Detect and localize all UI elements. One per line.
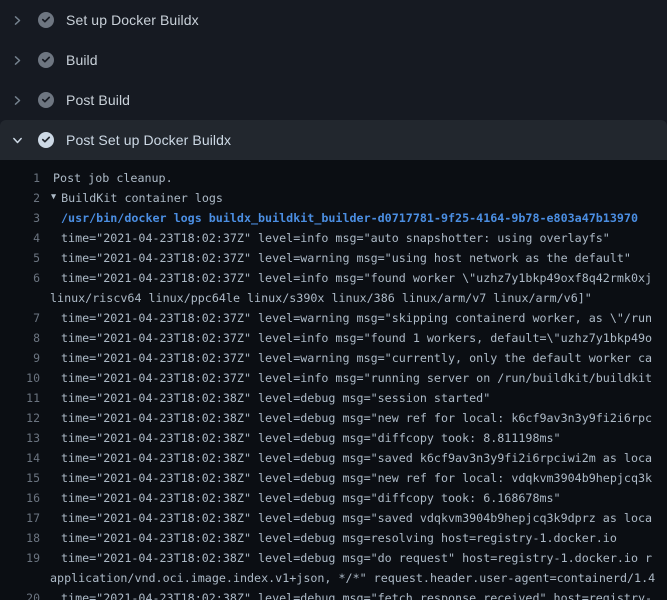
log-row: 14time="2021-04-23T18:02:38Z" level=debu… — [0, 448, 667, 468]
log-row: 19time="2021-04-23T18:02:38Z" level=debu… — [0, 548, 667, 568]
line-number[interactable]: 20 — [0, 591, 40, 600]
log-panel: 1Post job cleanup.2▼BuildKit container l… — [0, 160, 667, 600]
log-row: 7time="2021-04-23T18:02:37Z" level=warni… — [0, 308, 667, 328]
line-number[interactable]: 14 — [0, 451, 40, 465]
log-row: 10time="2021-04-23T18:02:37Z" level=info… — [0, 368, 667, 388]
log-text: time="2021-04-23T18:02:38Z" level=debug … — [40, 491, 561, 505]
log-text: time="2021-04-23T18:02:38Z" level=debug … — [40, 431, 561, 445]
line-number[interactable]: 12 — [0, 411, 40, 425]
log-row: application/vnd.oci.image.index.v1+json,… — [0, 568, 667, 588]
step-row-build[interactable]: Build — [0, 40, 667, 80]
line-number[interactable]: 3 — [0, 211, 40, 225]
log-row: 9time="2021-04-23T18:02:37Z" level=warni… — [0, 348, 667, 368]
chevron-right-icon — [10, 13, 25, 28]
step-row-set-up-docker-buildx[interactable]: Set up Docker Buildx — [0, 0, 667, 40]
line-number[interactable]: 1 — [0, 171, 40, 185]
log-row: 1Post job cleanup. — [0, 168, 667, 188]
check-circle-icon — [38, 12, 54, 28]
line-number[interactable]: 11 — [0, 391, 40, 405]
log-text: time="2021-04-23T18:02:37Z" level=info m… — [40, 371, 652, 385]
log-text: time="2021-04-23T18:02:38Z" level=debug … — [40, 391, 490, 405]
log-text: time="2021-04-23T18:02:38Z" level=debug … — [40, 551, 652, 565]
log-row: 13time="2021-04-23T18:02:38Z" level=debu… — [0, 428, 667, 448]
log-text: time="2021-04-23T18:02:37Z" level=info m… — [40, 331, 652, 345]
line-number[interactable]: 13 — [0, 431, 40, 445]
log-row: 16time="2021-04-23T18:02:38Z" level=debu… — [0, 488, 667, 508]
check-circle-icon — [38, 52, 54, 68]
line-number[interactable]: 16 — [0, 491, 40, 505]
line-number[interactable]: 19 — [0, 551, 40, 565]
log-text: time="2021-04-23T18:02:37Z" level=info m… — [40, 231, 610, 245]
log-text: BuildKit container logs — [61, 191, 223, 205]
log-row: 12time="2021-04-23T18:02:38Z" level=debu… — [0, 408, 667, 428]
line-number[interactable]: 18 — [0, 531, 40, 545]
line-number[interactable]: 15 — [0, 471, 40, 485]
log-text: time="2021-04-23T18:02:37Z" level=warnin… — [40, 311, 652, 325]
chevron-right-icon — [10, 93, 25, 108]
log-row: 8time="2021-04-23T18:02:37Z" level=info … — [0, 328, 667, 348]
log-row: 11time="2021-04-23T18:02:38Z" level=debu… — [0, 388, 667, 408]
log-text: time="2021-04-23T18:02:38Z" level=debug … — [40, 411, 652, 425]
log-row: 15time="2021-04-23T18:02:38Z" level=debu… — [0, 468, 667, 488]
log-text: linux/riscv64 linux/ppc64le linux/s390x … — [40, 291, 592, 305]
group-disclosure-icon[interactable]: ▼ — [40, 192, 61, 202]
check-circle-icon — [38, 132, 54, 148]
line-number[interactable]: 10 — [0, 371, 40, 385]
actions-log-viewer: Set up Docker Buildx Build Post Build Post … — [0, 0, 667, 600]
step-row-post-set-up-docker-buildx[interactable]: Post Set up Docker Buildx — [0, 120, 667, 160]
line-number[interactable]: 7 — [0, 311, 40, 325]
log-text: time="2021-04-23T18:02:38Z" level=debug … — [40, 451, 652, 465]
step-row-post-build[interactable]: Post Build — [0, 80, 667, 120]
log-text: application/vnd.oci.image.index.v1+json,… — [40, 571, 655, 585]
log-text: time="2021-04-23T18:02:37Z" level=warnin… — [40, 251, 631, 265]
line-number[interactable]: 5 — [0, 251, 40, 265]
line-number[interactable]: 4 — [0, 231, 40, 245]
step-title: Build — [66, 52, 98, 68]
log-row: 6time="2021-04-23T18:02:37Z" level=info … — [0, 268, 667, 288]
line-number[interactable]: 6 — [0, 271, 40, 285]
chevron-down-icon — [10, 133, 25, 148]
line-number[interactable]: 9 — [0, 351, 40, 365]
line-number[interactable]: 17 — [0, 511, 40, 525]
log-text: time="2021-04-23T18:02:37Z" level=info m… — [40, 271, 652, 285]
check-circle-icon — [38, 92, 54, 108]
steps-list: Set up Docker Buildx Build Post Build Post … — [0, 0, 667, 160]
log-row: 17time="2021-04-23T18:02:38Z" level=debu… — [0, 508, 667, 528]
log-row: linux/riscv64 linux/ppc64le linux/s390x … — [0, 288, 667, 308]
log-row: 18time="2021-04-23T18:02:38Z" level=debu… — [0, 528, 667, 548]
step-title: Set up Docker Buildx — [66, 12, 199, 28]
log-text: time="2021-04-23T18:02:38Z" level=debug … — [40, 511, 652, 525]
log-text: time="2021-04-23T18:02:37Z" level=warnin… — [40, 351, 652, 365]
log-text: time="2021-04-23T18:02:38Z" level=debug … — [40, 591, 652, 600]
chevron-right-icon — [10, 53, 25, 68]
log-group-row[interactable]: 2▼BuildKit container logs — [0, 188, 667, 208]
log-row: 20time="2021-04-23T18:02:38Z" level=debu… — [0, 588, 667, 600]
log-row: 3/usr/bin/docker logs buildx_buildkit_bu… — [0, 208, 667, 228]
line-number[interactable]: 2 — [0, 191, 40, 205]
log-row: 5time="2021-04-23T18:02:37Z" level=warni… — [0, 248, 667, 268]
log-row: 4time="2021-04-23T18:02:37Z" level=info … — [0, 228, 667, 248]
log-text: time="2021-04-23T18:02:38Z" level=debug … — [40, 531, 617, 545]
log-command-text: /usr/bin/docker logs buildx_buildkit_bui… — [40, 211, 638, 225]
log-text: Post job cleanup. — [40, 171, 173, 185]
step-title: Post Set up Docker Buildx — [66, 132, 231, 148]
line-number[interactable]: 8 — [0, 331, 40, 345]
log-text: time="2021-04-23T18:02:38Z" level=debug … — [40, 471, 652, 485]
step-title: Post Build — [66, 92, 130, 108]
